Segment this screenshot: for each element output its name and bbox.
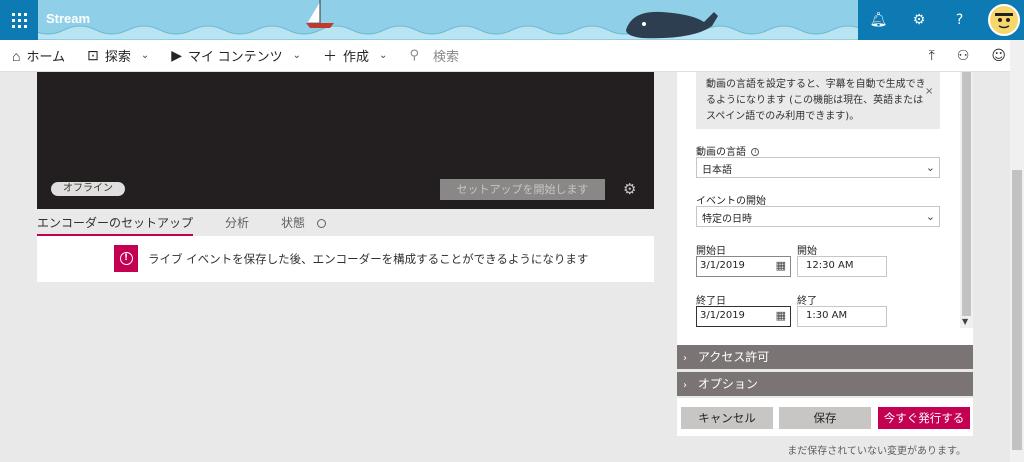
- cancel-button[interactable]: キャンセル: [681, 407, 773, 429]
- save-button[interactable]: 保存: [779, 407, 871, 429]
- nav-right-actions: ⤒ ⚇ ☺: [929, 40, 1006, 72]
- gear-icon[interactable]: ⚙: [623, 180, 636, 198]
- help-icon[interactable]: ?: [949, 12, 971, 28]
- end-time-field[interactable]: 1:30 AM: [797, 306, 887, 327]
- search-input[interactable]: 検索: [433, 46, 459, 65]
- tab-analytics[interactable]: 分析: [225, 212, 249, 236]
- nav-my-content[interactable]: ▶ マイ コンテンツ ⌄: [171, 46, 301, 65]
- search-icon: ⚲: [409, 48, 419, 63]
- action-bar: キャンセル 保存 今すぐ発行する: [677, 398, 973, 436]
- info-message: ライブ イベントを保存した後、エンコーダーを構成することができるようになります: [148, 252, 589, 266]
- options-section[interactable]: › オプション: [677, 372, 973, 396]
- chevron-down-icon: ⌄: [925, 161, 935, 174]
- video-icon: ▶: [171, 47, 183, 63]
- chevron-right-icon: ›: [683, 353, 687, 364]
- search-box[interactable]: ⚲ 検索: [409, 46, 459, 65]
- tab-label: エンコーダーのセットアップ: [37, 216, 194, 230]
- upload-icon[interactable]: ⤒: [929, 48, 935, 64]
- chevron-down-icon: ⌄: [140, 50, 150, 61]
- language-label: 動画の言語 i: [696, 143, 760, 158]
- nav-home-label: ホーム: [26, 49, 66, 64]
- info-panel: ! ライブ イベントを保存した後、エンコーダーを構成することができるようになりま…: [37, 236, 654, 282]
- nav-home[interactable]: ⌂ ホーム: [12, 46, 65, 65]
- access-permissions-label: アクセス許可: [697, 350, 770, 364]
- user-icon[interactable]: ⚇: [957, 48, 970, 64]
- brand-name[interactable]: Stream: [46, 11, 90, 26]
- header-banner: Stream 🔔︎ ⚙ ?: [0, 0, 1024, 40]
- tab-label: 分析: [225, 216, 250, 230]
- calendar-icon[interactable]: ▦: [776, 309, 786, 322]
- avatar-face-icon: [995, 13, 1013, 29]
- nav-create[interactable]: ＋ 作成 ⌄: [323, 46, 387, 66]
- chevron-right-icon: ›: [683, 380, 687, 391]
- event-start-select[interactable]: 特定の日時 ⌄: [696, 206, 940, 227]
- close-icon[interactable]: ×: [925, 86, 933, 97]
- start-date-label: 開始日: [696, 246, 726, 257]
- scroll-down-icon[interactable]: ▼: [962, 317, 968, 326]
- end-date-label: 終了日: [696, 296, 726, 307]
- video-preview: オフライン セットアップを開始します ⚙: [37, 72, 654, 209]
- calendar-icon[interactable]: ▦: [776, 259, 786, 272]
- event-start-select-value: 特定の日時: [702, 214, 752, 225]
- nav-my-content-label: マイ コンテンツ: [188, 49, 283, 64]
- tab-label: 状態: [281, 216, 306, 230]
- start-setup-button[interactable]: セットアップを開始します: [440, 179, 605, 200]
- nav-discover-label: 探索: [104, 49, 131, 64]
- tab-status[interactable]: 状態: [281, 212, 326, 236]
- app-launcher-button[interactable]: [0, 0, 38, 40]
- language-select[interactable]: 日本語 ⌄: [696, 157, 940, 178]
- status-badge: オフライン: [51, 182, 125, 196]
- home-icon: ⌂: [12, 47, 21, 64]
- nav-discover[interactable]: ⊡ 探索 ⌄: [87, 46, 149, 65]
- end-time-label: 終了: [797, 296, 817, 307]
- smiley-icon[interactable]: ☺: [991, 48, 1006, 64]
- end-date-value: 3/1/2019: [700, 310, 745, 321]
- event-start-label: イベントの開始: [696, 196, 766, 207]
- discover-icon: ⊡: [87, 47, 99, 63]
- start-time-field[interactable]: 12:30 AM: [797, 256, 887, 277]
- chevron-down-icon: ⌄: [379, 50, 388, 61]
- unsaved-changes-text: まだ保存されていない変更があります。: [787, 446, 966, 457]
- language-note: 動画の言語を設定すると、字幕を自動で生成できるようになります (この機能は現在、…: [696, 72, 940, 129]
- start-date-value: 3/1/2019: [700, 260, 745, 271]
- start-time-label: 開始: [797, 246, 817, 257]
- access-permissions-section[interactable]: › アクセス許可: [677, 345, 973, 369]
- publish-now-button[interactable]: 今すぐ発行する: [878, 407, 970, 429]
- plus-icon: ＋: [323, 47, 338, 64]
- start-date-field[interactable]: 3/1/2019 ▦: [696, 256, 791, 277]
- info-icon[interactable]: i: [751, 148, 760, 156]
- gear-icon[interactable]: ⚙: [908, 12, 930, 28]
- chevron-down-icon: ⌄: [292, 50, 302, 61]
- page-scrollbar-thumb[interactable]: [1012, 170, 1022, 450]
- whale-icon: [626, 11, 718, 39]
- event-settings-panel: 動画の言語を設定すると、字幕を自動で生成できるようになります (この機能は現在、…: [677, 72, 973, 345]
- chevron-down-icon: ⌄: [925, 210, 935, 223]
- panel-scrollbar-thumb[interactable]: [962, 72, 971, 316]
- info-icon: !: [114, 245, 138, 272]
- nav-bar: ⌂ ホーム ⊡ 探索 ⌄ ▶ マイ コンテンツ ⌄ ＋ 作成 ⌄ ⚲ 検索 ⤒ …: [0, 40, 1024, 72]
- waffle-icon: [11, 12, 27, 28]
- tab-encoder-setup[interactable]: エンコーダーのセットアップ: [37, 212, 194, 236]
- sailboat-icon: [306, 0, 334, 28]
- language-select-value: 日本語: [702, 165, 732, 176]
- bell-icon[interactable]: 🔔︎: [867, 12, 889, 28]
- status-circle-icon: [316, 219, 326, 228]
- end-date-field[interactable]: 3/1/2019 ▦: [696, 306, 791, 327]
- nav-create-label: 作成: [343, 49, 370, 64]
- tab-bar: エンコーダーのセットアップ 分析 状態: [37, 212, 326, 236]
- options-label: オプション: [697, 377, 758, 391]
- avatar[interactable]: [988, 4, 1020, 36]
